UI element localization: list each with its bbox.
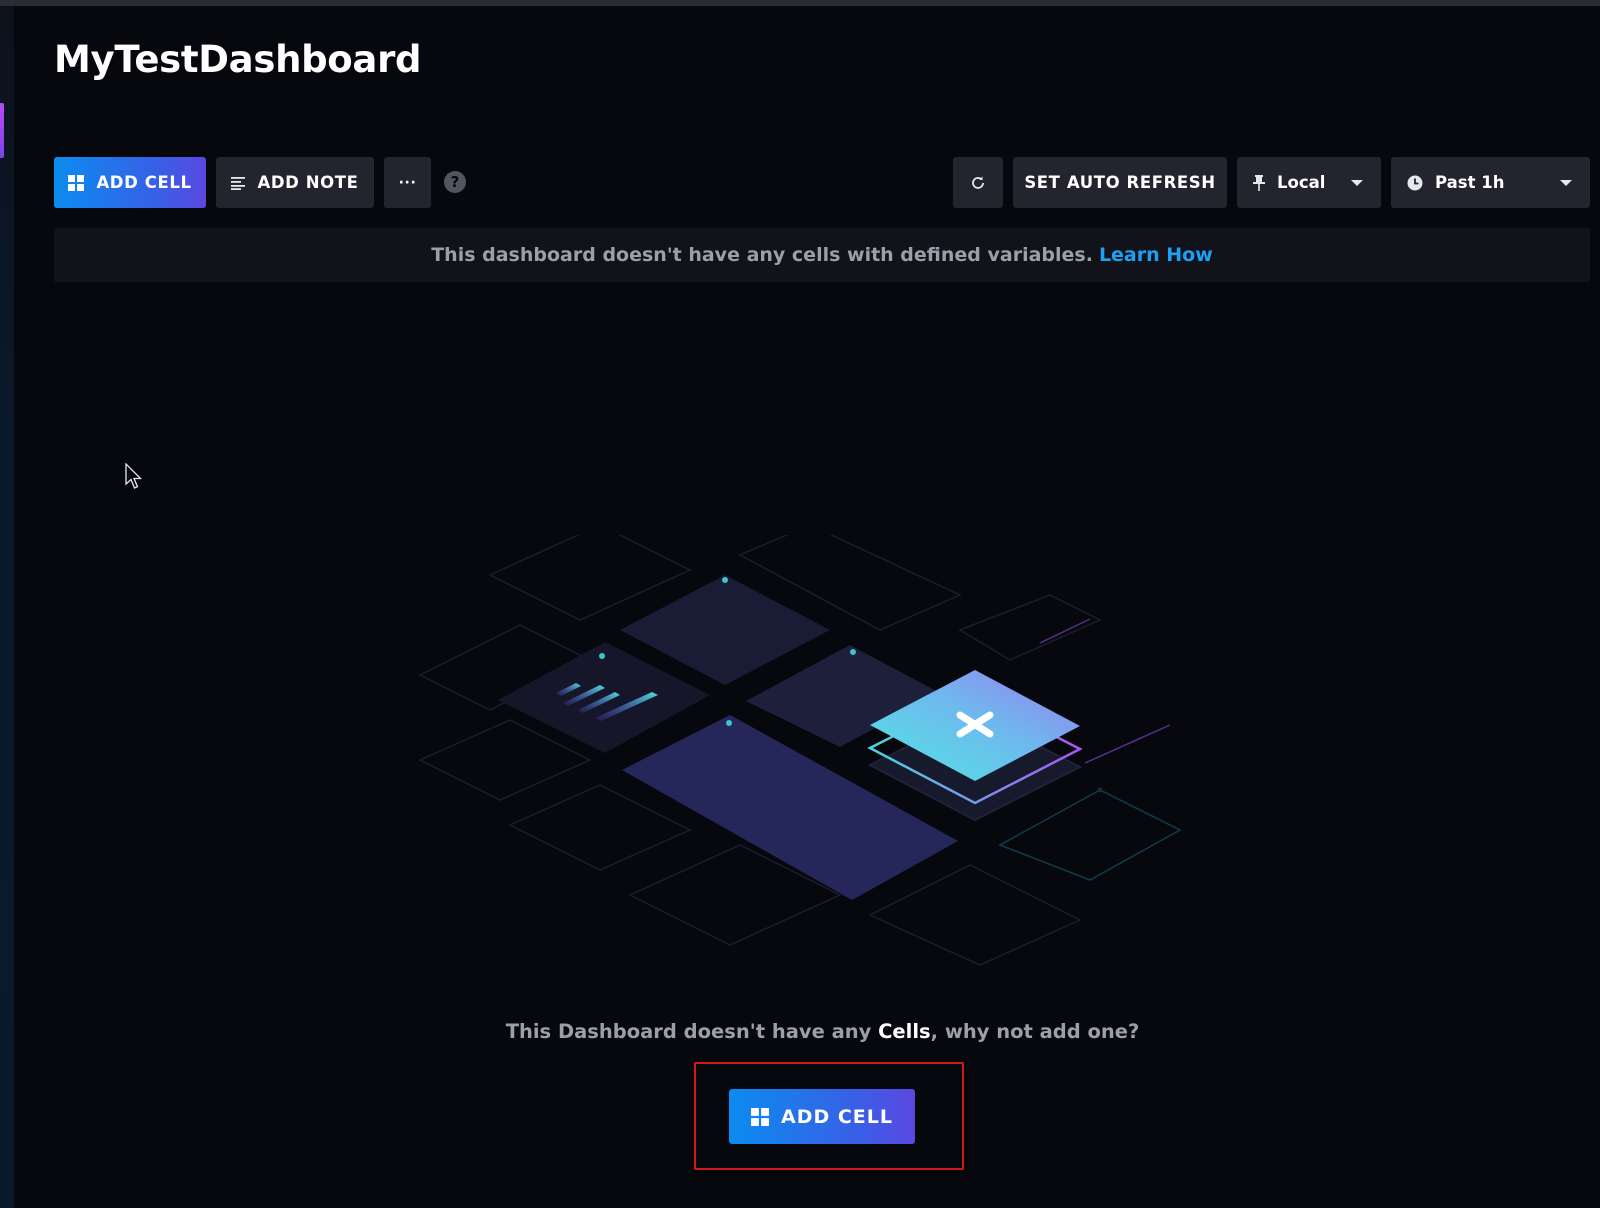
empty-dashboard-illustration	[418, 535, 1182, 966]
grid-icon	[751, 1107, 769, 1126]
banner-message: This dashboard doesn't have any cells wi…	[431, 244, 1093, 266]
empty-state-message: This Dashboard doesn't have any Cells, w…	[0, 1020, 1600, 1043]
sidebar-active-indicator	[0, 103, 4, 158]
empty-state-add-cell-button[interactable]: ADD CELL	[729, 1089, 915, 1144]
refresh-button[interactable]	[953, 157, 1003, 208]
grid-icon	[68, 174, 85, 191]
chevron-down-icon	[1351, 179, 1363, 186]
timezone-value: Local	[1277, 173, 1326, 192]
pin-icon	[1253, 174, 1265, 191]
set-auto-refresh-label: SET AUTO REFRESH	[1024, 173, 1216, 192]
chevron-down-icon	[1560, 179, 1572, 186]
clock-icon	[1407, 175, 1423, 191]
window-top-edge	[0, 0, 1600, 6]
set-auto-refresh-button[interactable]: SET AUTO REFRESH	[1013, 157, 1227, 208]
page-title: MyTestDashboard	[54, 38, 422, 81]
mouse-cursor-icon	[125, 463, 143, 489]
add-note-label: ADD NOTE	[257, 173, 359, 192]
add-cell-label: ADD CELL	[96, 173, 192, 192]
add-cell-button[interactable]: ADD CELL	[54, 157, 206, 208]
note-lines-icon	[231, 176, 246, 190]
empty-state-text-2: , why not add one?	[930, 1020, 1140, 1043]
ellipsis-icon: ···	[398, 174, 417, 191]
empty-state-add-cell-label: ADD CELL	[781, 1105, 893, 1128]
time-range-value: Past 1h	[1435, 173, 1505, 192]
time-range-dropdown[interactable]: Past 1h	[1391, 157, 1590, 208]
variables-info-banner: This dashboard doesn't have any cells wi…	[54, 228, 1590, 282]
more-options-button[interactable]: ···	[384, 157, 431, 208]
timezone-dropdown[interactable]: Local	[1237, 157, 1381, 208]
learn-how-link[interactable]: Learn How	[1099, 244, 1213, 266]
refresh-icon	[970, 175, 986, 191]
help-icon[interactable]: ?	[444, 171, 466, 193]
help-icon-glyph: ?	[450, 173, 460, 191]
add-note-button[interactable]: ADD NOTE	[216, 157, 374, 208]
empty-state-text-1: This Dashboard doesn't have any	[505, 1020, 879, 1043]
empty-state-text-bold: Cells	[878, 1020, 931, 1043]
